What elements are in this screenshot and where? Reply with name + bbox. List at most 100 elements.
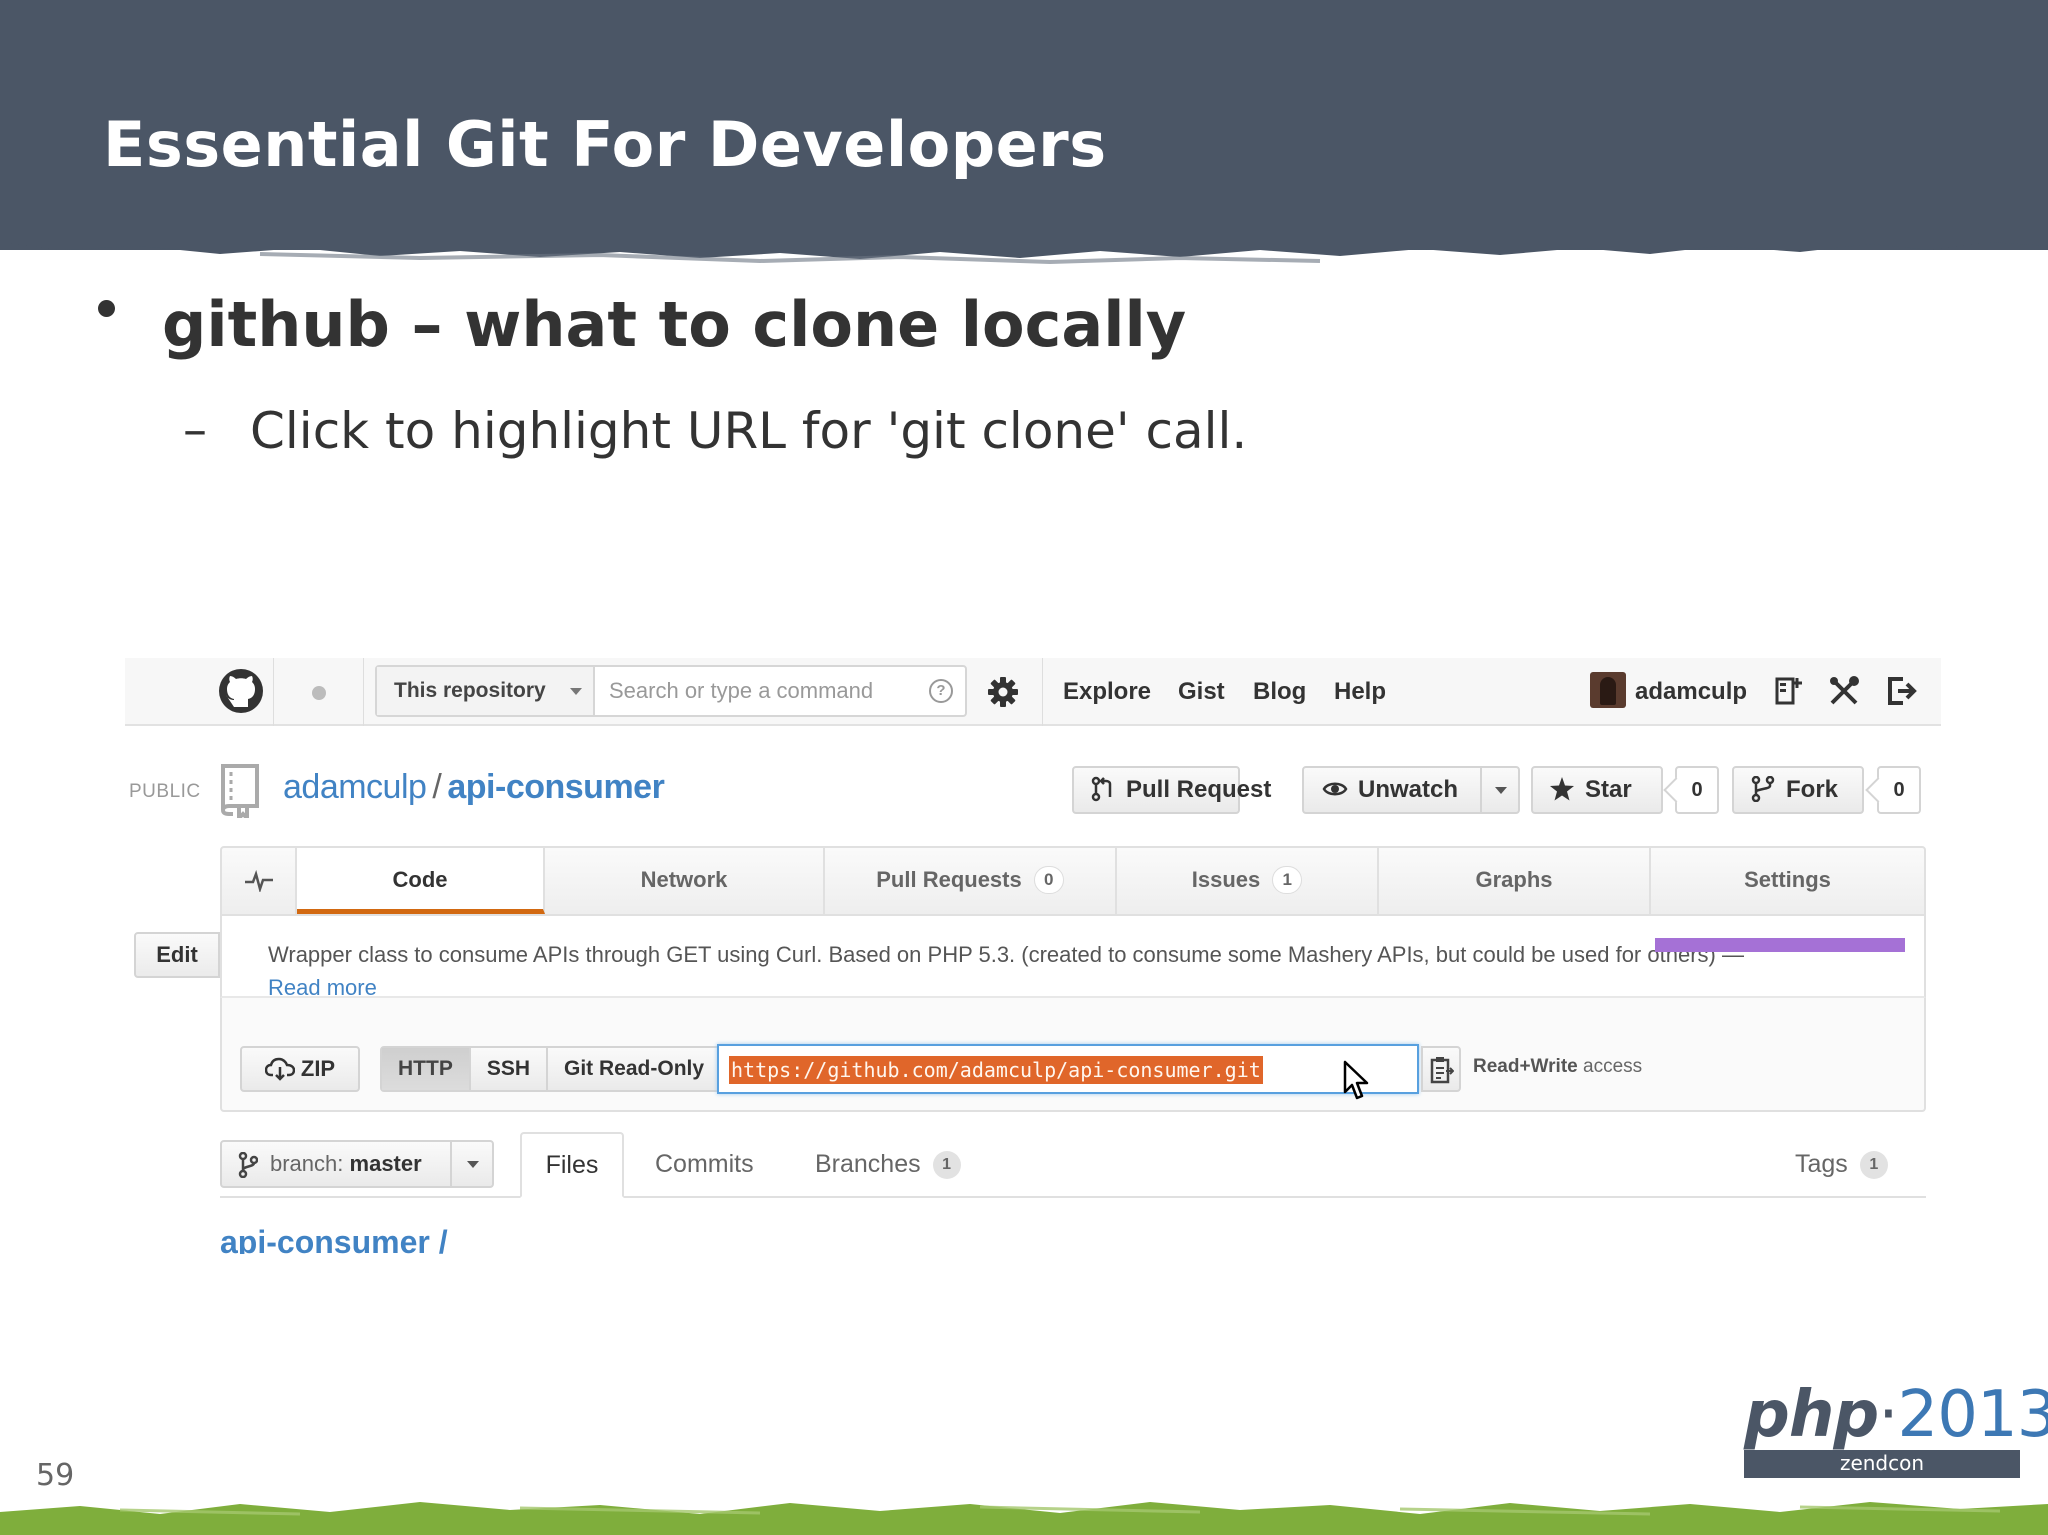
chevron-down-icon [1495,787,1507,794]
sub-bullet-dash: – [183,402,207,458]
branch-label: branch: [270,1151,344,1176]
tab-count-badge: 0 [1033,866,1064,894]
repo-tabs: Code Network Pull Requests 0 Issues 1 Grap… [220,846,1926,916]
topbar-divider [273,658,274,726]
copy-to-clipboard-button[interactable] [1421,1046,1461,1092]
tab-issues-label: Issues [1191,867,1261,892]
protocol-ssh-button[interactable]: SSH [471,1048,549,1090]
github-octocat-icon[interactable] [217,667,265,715]
logo-year: 2013 [1897,1378,2048,1452]
pull-request-icon [1091,776,1112,802]
protocol-git-readonly-button[interactable]: Git Read-Only [548,1048,720,1090]
tab-count-badge: 1 [1272,866,1303,894]
protocol-http-button[interactable]: HTTP [382,1048,471,1090]
files-nav-divider [220,1196,1926,1198]
chevron-down-icon[interactable] [450,1142,492,1186]
clone-protocol-group: HTTP SSH Git Read-Only [380,1046,723,1092]
edit-description-button[interactable]: Edit [134,932,220,978]
repo-book-icon [221,764,259,818]
nav-help[interactable]: Help [1334,658,1386,726]
sign-out-icon[interactable] [1885,674,1919,708]
tools-icon[interactable] [1827,674,1861,708]
tab-pulse[interactable] [222,848,297,914]
header-torn-edge [0,228,2048,265]
clone-url-selection: https://github.com/adamculp/api-consumer… [729,1056,1263,1084]
zip-label: ZIP [300,1056,336,1081]
unwatch-label: Unwatch [1358,776,1459,803]
footer-grass-band [0,1502,2048,1535]
download-zip-button[interactable]: ZIP [240,1046,360,1092]
tab-network[interactable]: Network [545,848,825,914]
repo-owner-link[interactable]: adamculp [283,768,427,806]
subtab-tags[interactable]: Tags 1 [1795,1150,1888,1179]
topbar-divider [1042,658,1043,726]
topbar-divider [363,658,364,726]
slide-title: Essential Git For Developers [103,108,1107,181]
star-icon [1550,777,1574,801]
search-box: This repository Search or type a command… [375,665,967,717]
fork-count[interactable]: 0 [1877,766,1921,814]
read-more-link[interactable]: Read more [268,975,377,1000]
logo-php: php [1744,1378,1879,1452]
branches-count-badge: 1 [932,1151,961,1179]
avatar[interactable] [1590,672,1626,708]
tab-settings[interactable]: Settings [1651,848,1924,914]
bullet-heading: github – what to clone locally [162,288,1187,361]
logo-zendcon: zendcon [1839,1451,1925,1475]
tags-count-badge: 1 [1859,1151,1888,1179]
fork-icon [1751,776,1775,802]
clipboard-icon [1430,1057,1454,1084]
access-level: Read+Write access [1473,1056,1642,1078]
tab-code[interactable]: Code [297,848,545,914]
username-link[interactable]: adamculp [1635,658,1747,726]
tab-pull-requests-label: Pull Requests [876,867,1022,892]
tab-pull-requests[interactable]: Pull Requests 0 [825,848,1117,914]
tab-graphs[interactable]: Graphs [1379,848,1651,914]
php-2013-zendcon-logo: php·2013 zendcon [1744,1378,2048,1482]
nav-gist[interactable]: Gist [1178,658,1225,726]
nav-explore[interactable]: Explore [1063,658,1151,726]
file-breadcrumb[interactable]: api-consumer / [220,1224,448,1254]
fork-label: Fork [1786,776,1839,803]
repo-name-link[interactable]: api-consumer [447,768,664,806]
search-scope-label: This repository [394,679,546,702]
create-repo-icon[interactable] [1771,674,1805,708]
search-input[interactable]: Search or type a command [609,667,873,715]
nav-blog[interactable]: Blog [1253,658,1306,726]
unwatch-button[interactable]: Unwatch [1302,766,1482,814]
repo-path-separator: / [432,768,442,806]
logo-wordmark: php·2013 [1744,1378,2048,1452]
subtab-branches[interactable]: Branches 1 [815,1150,961,1179]
bullet-dot [98,300,115,317]
search-scope-select[interactable]: This repository [377,667,595,715]
star-button[interactable]: Star [1531,766,1663,814]
clone-url-input[interactable]: https://github.com/adamculp/api-consumer… [717,1044,1419,1094]
gear-icon[interactable] [985,674,1021,710]
subtab-commits[interactable]: Commits [655,1150,754,1179]
logo-dot: · [1878,1378,1898,1452]
subtab-branches-label: Branches [815,1150,921,1178]
tab-issues[interactable]: Issues 1 [1117,848,1379,914]
help-icon[interactable]: ? [929,679,953,703]
cloud-download-icon [264,1057,295,1081]
subtab-tags-label: Tags [1795,1150,1848,1178]
watch-options-dropdown[interactable] [1480,766,1520,814]
pull-request-button[interactable]: Pull Request [1072,766,1271,814]
star-count[interactable]: 0 [1675,766,1719,814]
eye-icon [1322,782,1348,796]
mouse-pointer-icon [1343,1060,1369,1100]
subtab-files[interactable]: Files [520,1132,624,1198]
branch-select[interactable]: branch: master [220,1140,494,1188]
repo-visibility-label: PUBLIC [129,781,201,802]
branch-name: master [349,1151,422,1176]
access-level-rest: access [1577,1056,1643,1077]
access-level-bold: Read+Write [1473,1056,1578,1077]
branch-icon [238,1152,258,1178]
pulse-icon [245,870,273,892]
repo-description: Wrapper class to consume APIs through GE… [268,938,1758,1004]
slide-number: 59 [36,1458,75,1493]
github-screenshot: This repository Search or type a command… [125,658,1941,1254]
notification-dot-icon[interactable] [312,686,326,700]
language-bar[interactable] [1655,938,1905,952]
fork-button[interactable]: Fork [1732,766,1864,814]
